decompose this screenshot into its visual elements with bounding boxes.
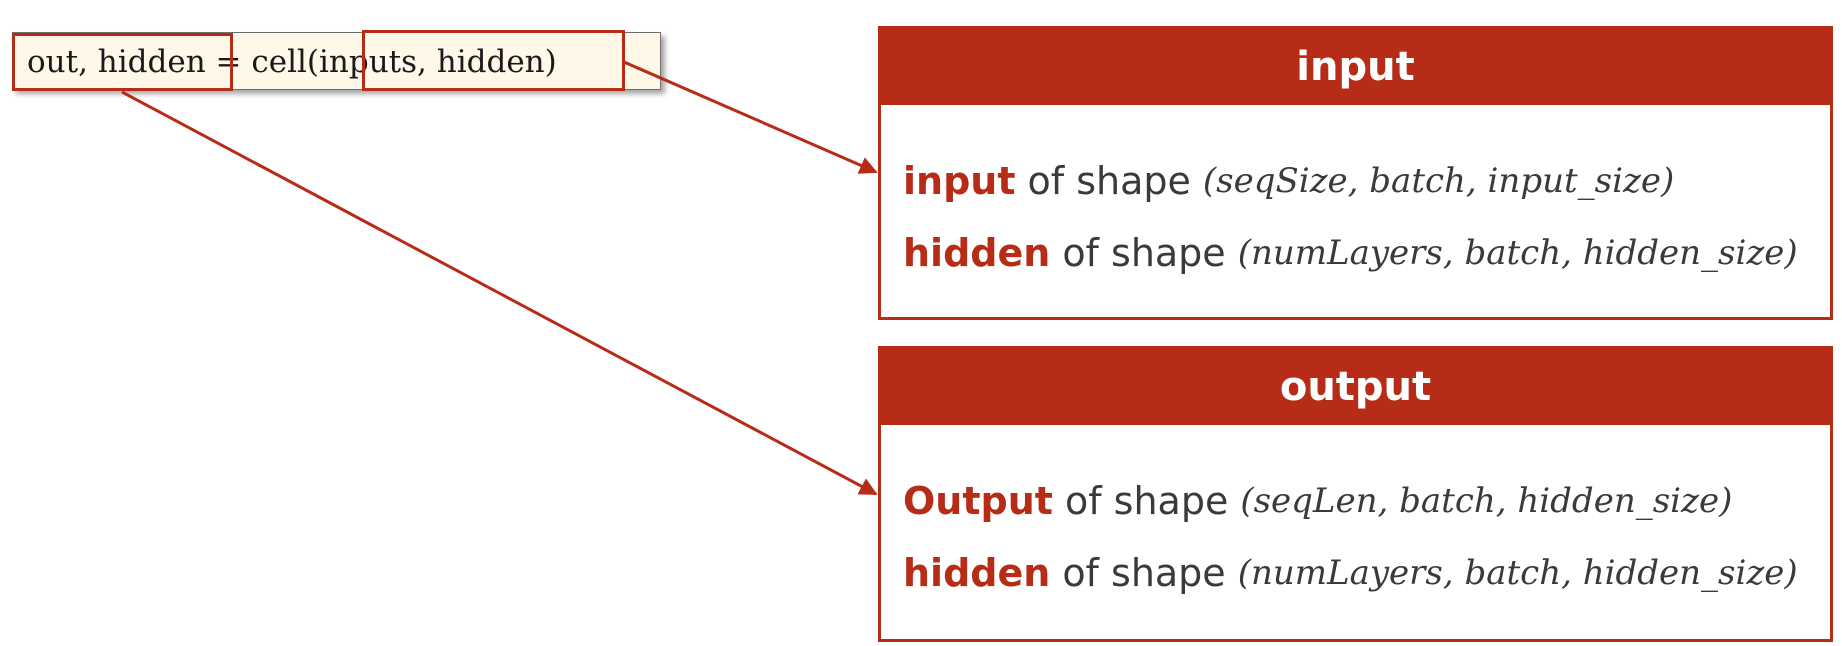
shape-expression: (numLayers, batch, hidden_size) [1237, 553, 1798, 593]
shape-expression: (seqLen, batch, hidden_size) [1240, 481, 1733, 521]
input-arrow [623, 60, 878, 174]
of-shape-label: of shape [1062, 231, 1226, 275]
shape-expression: (seqSize, batch, input_size) [1202, 161, 1675, 201]
of-shape-label: of shape [1027, 159, 1191, 203]
input-panel-title: input [881, 29, 1830, 105]
input-row-hidden: hidden of shape (numLayers, batch, hidde… [903, 217, 1830, 289]
keyword: hidden [903, 231, 1051, 275]
output-arrow [121, 90, 878, 496]
of-shape-label: of shape [1064, 479, 1229, 523]
shape-expression: (numLayers, batch, hidden_size) [1237, 233, 1798, 273]
output-panel: output Output of shape (seqLen, batch, h… [878, 346, 1833, 642]
output-row-output: Output of shape (seqLen, batch, hidden_s… [903, 465, 1830, 537]
keyword: input [903, 159, 1016, 203]
input-row-input: input of shape (seqSize, batch, input_si… [903, 145, 1830, 217]
of-shape-label: of shape [1062, 551, 1226, 595]
output-panel-title: output [881, 349, 1830, 425]
keyword: Output [903, 479, 1053, 523]
input-panel: input input of shape (seqSize, batch, in… [878, 26, 1833, 320]
output-row-hidden: hidden of shape (numLayers, batch, hidde… [903, 537, 1830, 609]
keyword: hidden [903, 551, 1051, 595]
